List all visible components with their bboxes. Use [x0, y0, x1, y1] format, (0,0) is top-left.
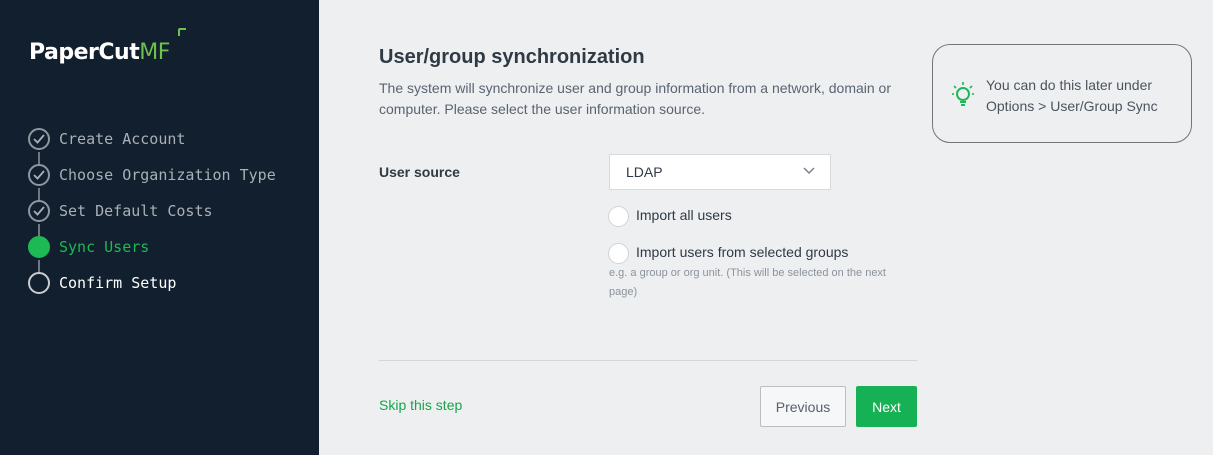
- logo-text-suffix: MF: [139, 40, 170, 65]
- tip-text: You can do this later under Options > Us…: [986, 77, 1158, 114]
- step-label: Set Default Costs: [59, 202, 213, 220]
- lightbulb-icon: [952, 82, 974, 106]
- step-sync-users[interactable]: Sync Users: [28, 234, 308, 258]
- skip-step-link[interactable]: Skip this step: [379, 397, 462, 413]
- sidebar: PaperCutMF Create Account Choose Organiz…: [0, 0, 319, 455]
- step-confirm-setup[interactable]: Confirm Setup: [28, 270, 308, 294]
- radio-circle[interactable]: [608, 206, 629, 227]
- step-create-account[interactable]: Create Account: [28, 126, 308, 150]
- previous-button[interactable]: Previous: [760, 386, 846, 427]
- user-source-label: User source: [379, 164, 460, 180]
- step-label: Sync Users: [59, 238, 150, 256]
- empty-circle-icon: [28, 272, 50, 294]
- check-circle-icon: [28, 164, 50, 186]
- logo-text-main: PaperCut: [29, 40, 140, 65]
- radio-circle[interactable]: [608, 243, 629, 264]
- next-button[interactable]: Next: [856, 386, 917, 427]
- step-label: Confirm Setup: [59, 274, 177, 292]
- user-source-value: LDAP: [626, 164, 663, 180]
- step-choose-organization-type[interactable]: Choose Organization Type: [28, 162, 308, 186]
- chevron-down-icon: [803, 167, 815, 175]
- step-label: Choose Organization Type: [59, 166, 276, 184]
- page-description: The system will synchronize user and gro…: [379, 80, 891, 117]
- groups-hint: e.g. a group or org unit. (This will be …: [609, 267, 886, 298]
- tip-box: You can do this later under Options > Us…: [932, 44, 1192, 143]
- user-source-select[interactable]: LDAP: [609, 154, 831, 190]
- radio-label: Import all users: [636, 207, 732, 223]
- step-label: Create Account: [59, 130, 186, 148]
- leaf-icon: [178, 28, 186, 36]
- active-step-dot-icon: [28, 236, 50, 258]
- divider: [379, 360, 917, 361]
- radio-label: Import users from selected groups: [636, 244, 849, 260]
- step-set-default-costs[interactable]: Set Default Costs: [28, 198, 308, 222]
- check-circle-icon: [28, 200, 50, 222]
- check-circle-icon: [28, 128, 50, 150]
- page-title: User/group synchronization: [379, 46, 645, 68]
- papercut-logo: PaperCutMF: [29, 28, 186, 65]
